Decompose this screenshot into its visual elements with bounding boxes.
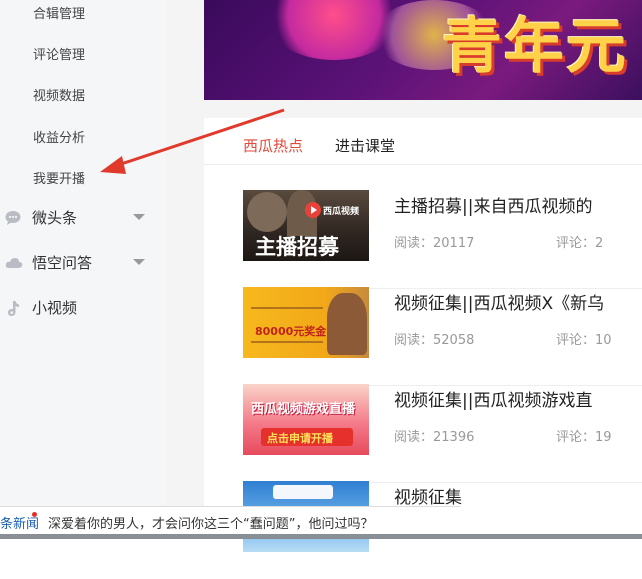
news-ticker[interactable]: 条新闻 深爱着你的男人，才会问你这三个“蠢问题”，他问过吗？: [0, 506, 460, 535]
news-headline[interactable]: 深爱着你的男人，才会问你这三个“蠢问题”，他问过吗？: [48, 513, 373, 532]
annotation-arrow: [100, 108, 285, 174]
new-dot-icon: [32, 512, 37, 517]
taskbar: [0, 534, 642, 539]
